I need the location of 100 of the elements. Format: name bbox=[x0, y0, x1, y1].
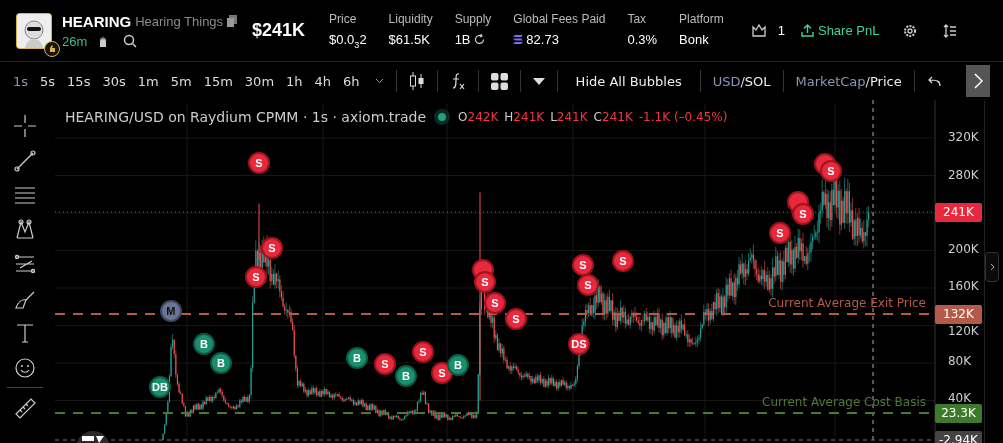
chevron-down-icon[interactable] bbox=[374, 78, 384, 84]
stat-value: $0.0$_{3}$2 bbox=[329, 31, 367, 50]
sell-marker[interactable]: S bbox=[430, 362, 453, 384]
axis-label: 120K bbox=[947, 324, 979, 338]
buy-marker[interactable]: DB bbox=[148, 376, 171, 398]
timeframe-tab[interactable]: 5s bbox=[35, 71, 61, 91]
candles-icon[interactable] bbox=[408, 72, 425, 90]
axis-label: 320K bbox=[947, 130, 979, 144]
pattern-icon[interactable] bbox=[13, 218, 36, 241]
toggle-option[interactable]: SOL bbox=[744, 71, 771, 91]
axis-label: 280K bbox=[947, 168, 979, 182]
buy-marker[interactable]: B bbox=[192, 333, 215, 355]
sell-marker[interactable]: S bbox=[411, 341, 434, 363]
axis-label: 40K bbox=[947, 391, 972, 405]
timeframe-tab[interactable]: 1s bbox=[8, 71, 34, 91]
chevron-right-icon bbox=[973, 73, 983, 89]
hide-bubbles-button[interactable]: Hide All Bubbles bbox=[569, 72, 688, 90]
stat-value: $61.5K bbox=[388, 31, 430, 47]
timeframe-tab[interactable]: 5m bbox=[165, 71, 197, 91]
toggle-separator: / bbox=[740, 73, 745, 89]
ruler-icon[interactable] bbox=[13, 396, 36, 419]
sell-marker[interactable]: S bbox=[791, 203, 814, 225]
stat-label: Price bbox=[329, 11, 358, 26]
search-icon[interactable] bbox=[123, 34, 138, 48]
axis-label: 80K bbox=[947, 354, 972, 368]
sell-marker[interactable]: S bbox=[576, 274, 599, 296]
upload-icon bbox=[800, 24, 814, 37]
fib-lines-icon[interactable] bbox=[13, 253, 36, 275]
toggle-separator: / bbox=[865, 73, 870, 89]
token-avatar bbox=[16, 12, 52, 49]
stat-value: 82.73 bbox=[526, 31, 559, 47]
toggle-option[interactable]: MarketCap bbox=[795, 71, 866, 91]
share-pnl-button[interactable]: Share PnL bbox=[796, 21, 884, 40]
price-line-label: Current Average Exit Price bbox=[768, 296, 926, 310]
stat-value: Bonk bbox=[679, 31, 709, 47]
ohlc-value: L241K bbox=[550, 110, 588, 124]
crown-icon bbox=[751, 24, 766, 37]
ohlc-value: H241K bbox=[504, 110, 545, 124]
emoji-icon[interactable] bbox=[13, 356, 36, 379]
stat-label: Global Fees Paid bbox=[513, 11, 606, 26]
buy-marker[interactable]: B bbox=[209, 352, 232, 374]
price-badge: 23.3K bbox=[934, 404, 982, 423]
price-badge: 132K bbox=[934, 305, 982, 324]
stat-value: 1B bbox=[454, 31, 471, 47]
sell-marker[interactable]: S bbox=[819, 160, 842, 182]
stat-label: Supply bbox=[454, 11, 492, 26]
timeframe-tab[interactable]: 1m bbox=[132, 71, 164, 91]
crosshair-icon[interactable] bbox=[13, 115, 36, 137]
refresh-icon[interactable] bbox=[473, 33, 485, 45]
sell-marker[interactable]: S bbox=[260, 237, 283, 259]
axis-label: 200K bbox=[947, 242, 979, 256]
sell-marker[interactable]: S bbox=[373, 353, 396, 375]
price-badge: 241K bbox=[934, 203, 982, 222]
stat-label: Platform bbox=[679, 11, 724, 26]
stat-label: Liquidity bbox=[388, 11, 433, 26]
price-change: -1.1K (–0.45%) bbox=[638, 110, 728, 124]
timeframe-tab[interactable]: 15m bbox=[198, 71, 238, 91]
timeframe-tab[interactable]: 30m bbox=[239, 71, 280, 91]
settings-icon[interactable] bbox=[903, 23, 918, 38]
buy-marker[interactable]: B bbox=[394, 365, 417, 387]
horizontal-lines-icon[interactable] bbox=[13, 184, 36, 206]
timeframe-tab[interactable]: 4h bbox=[309, 71, 337, 91]
timeframe-tab[interactable]: 6h bbox=[338, 71, 365, 91]
undo-icon[interactable] bbox=[926, 75, 941, 87]
sell-marker[interactable]: S bbox=[611, 250, 634, 272]
trend-line-icon[interactable] bbox=[13, 149, 36, 172]
sell-marker[interactable]: S bbox=[473, 271, 496, 293]
stat-value: 0.3% bbox=[627, 31, 658, 47]
toggle-option[interactable]: USD bbox=[712, 71, 741, 91]
ohlc-value: C241K bbox=[593, 110, 633, 124]
layout-grid-icon[interactable] bbox=[490, 72, 508, 90]
token-symbol: HEARING bbox=[62, 12, 132, 30]
chevron-right-icon bbox=[989, 263, 995, 271]
timeframe-tab[interactable]: 30s bbox=[97, 71, 131, 91]
solana-icon bbox=[513, 34, 524, 44]
stat-label: Tax bbox=[627, 11, 648, 26]
market-cap-value: $241K bbox=[252, 20, 306, 41]
sell-marker[interactable]: S bbox=[244, 266, 267, 288]
buy-marker[interactable]: B bbox=[345, 347, 368, 369]
token-age: 26m bbox=[62, 33, 88, 49]
migration-marker[interactable]: M bbox=[159, 300, 182, 322]
token-name: Hearing Things bbox=[135, 13, 224, 29]
copy-icon[interactable] bbox=[227, 15, 238, 27]
status-dot bbox=[438, 113, 447, 121]
caret-down-icon[interactable] bbox=[532, 77, 545, 85]
sort-list-icon[interactable] bbox=[943, 23, 958, 38]
sell-marker[interactable]: S bbox=[247, 152, 270, 174]
price-line-label: Current Average Cost Basis bbox=[762, 395, 926, 409]
axis-label: 160K bbox=[947, 279, 979, 293]
timeframe-tab[interactable]: 15s bbox=[62, 71, 96, 91]
sell-marker[interactable]: S bbox=[504, 308, 527, 330]
scroll-right-button[interactable] bbox=[966, 65, 990, 97]
toggle-option[interactable]: Price bbox=[869, 71, 902, 91]
logo-icon bbox=[75, 431, 110, 443]
sell-marker[interactable]: DS bbox=[567, 333, 590, 355]
crown-count: 1 bbox=[777, 23, 785, 38]
sell-marker[interactable]: S bbox=[571, 254, 594, 276]
sell-marker[interactable]: S bbox=[768, 222, 791, 244]
timeframe-tab[interactable]: 1h bbox=[281, 71, 308, 91]
sell-marker[interactable]: S bbox=[483, 292, 506, 314]
